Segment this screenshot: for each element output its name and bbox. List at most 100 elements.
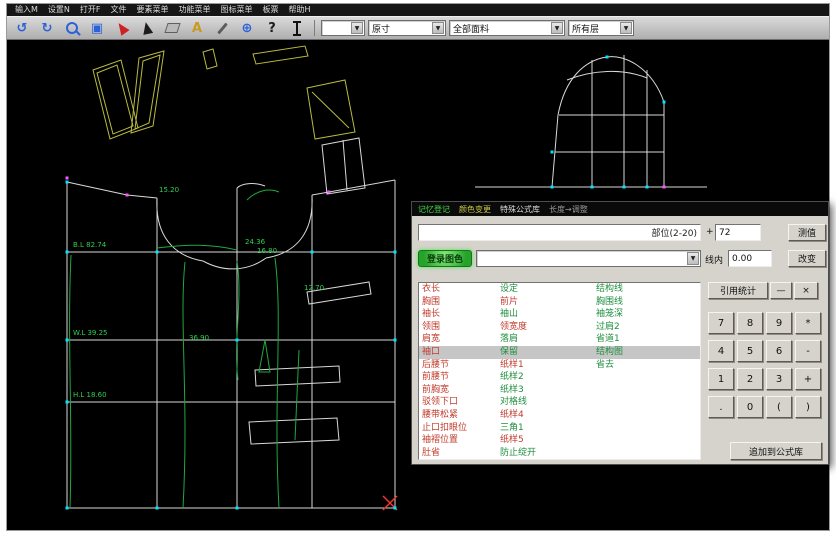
- measure-button[interactable]: 测值: [788, 224, 826, 241]
- list-item[interactable]: 前胸宽纸样3: [419, 384, 700, 397]
- list-item[interactable]: 止口扣眼位三角1: [419, 422, 700, 435]
- list-item[interactable]: 后腰节纸样1省去: [419, 359, 700, 372]
- list-item[interactable]: 袖褶位置纸样5: [419, 434, 700, 447]
- pattern-point[interactable]: [646, 186, 649, 189]
- layer-combo[interactable]: 所有层 ▼: [568, 20, 634, 36]
- calc-key[interactable]: *: [795, 312, 821, 334]
- calc-key[interactable]: (: [766, 396, 792, 418]
- list-item[interactable]: 肩宽落肩省道1: [419, 333, 700, 346]
- dialog-tab[interactable]: 特殊公式库: [500, 203, 540, 216]
- zoom-icon[interactable]: [61, 18, 83, 38]
- list-item[interactable]: 肚省防止绽开: [419, 447, 700, 460]
- view-box-icon[interactable]: ▣: [86, 18, 108, 38]
- pattern-point[interactable]: [66, 401, 69, 404]
- calc-key[interactable]: -: [795, 340, 821, 362]
- menu-item[interactable]: 要素菜单: [133, 4, 173, 16]
- pattern-point[interactable]: [551, 151, 554, 154]
- append-to-formula-library-button[interactable]: 追加到公式库: [730, 442, 822, 460]
- pattern-point[interactable]: [663, 186, 666, 189]
- chevron-down-icon[interactable]: ▼: [351, 22, 363, 34]
- calc-key[interactable]: 0: [737, 396, 763, 418]
- calc-key[interactable]: .: [708, 396, 734, 418]
- size-value-input[interactable]: [715, 224, 761, 241]
- pattern-point[interactable]: [66, 251, 69, 254]
- pattern-point[interactable]: [394, 339, 397, 342]
- calc-key[interactable]: +: [795, 368, 821, 390]
- text-a-icon[interactable]: A: [186, 18, 208, 38]
- reference-stats-button[interactable]: 引用统计: [708, 282, 768, 299]
- calc-key[interactable]: 7: [708, 312, 734, 334]
- calc-key[interactable]: 6: [766, 340, 792, 362]
- chevron-down-icon[interactable]: ▼: [620, 22, 632, 34]
- calc-key[interactable]: 8: [737, 312, 763, 334]
- pattern-point[interactable]: [623, 186, 626, 189]
- pattern-point[interactable]: [236, 507, 239, 510]
- measure-list[interactable]: 衣长设定结构线胸围前片胸围线袖长袖山袖笼深领围领宽度过肩2肩宽落肩省道1袖口保留…: [418, 282, 701, 460]
- calc-key[interactable]: 1: [708, 368, 734, 390]
- menu-item[interactable]: 功能菜单: [175, 4, 215, 16]
- formula-input[interactable]: 部位(2-20): [418, 224, 701, 241]
- pattern-point[interactable]: [591, 186, 594, 189]
- select-arrow-icon[interactable]: [136, 18, 158, 38]
- pattern-point[interactable]: [663, 101, 666, 104]
- menu-item[interactable]: 文件: [107, 4, 131, 16]
- pattern-point[interactable]: [66, 507, 69, 510]
- pattern-point[interactable]: [328, 191, 331, 194]
- pattern-point[interactable]: [66, 181, 69, 184]
- pattern-point[interactable]: [66, 177, 69, 180]
- list-item[interactable]: 前腰节纸样2: [419, 371, 700, 384]
- pattern-point[interactable]: [551, 186, 554, 189]
- pattern-point[interactable]: [126, 194, 129, 197]
- redo-icon[interactable]: ↻: [36, 18, 58, 38]
- pattern-point[interactable]: [156, 251, 159, 254]
- list-item[interactable]: 胸围前片胸围线: [419, 296, 700, 309]
- pattern-point[interactable]: [66, 339, 69, 342]
- list-item[interactable]: 袖长袖山袖笼深: [419, 308, 700, 321]
- list-item[interactable]: 腰带松紧纸样4: [419, 409, 700, 422]
- calc-key[interactable]: 9: [766, 312, 792, 334]
- calc-key[interactable]: 5: [737, 340, 763, 362]
- select-arrow-red-icon[interactable]: [111, 18, 133, 38]
- pattern-point[interactable]: [311, 251, 314, 254]
- list-item[interactable]: 领围领宽度过肩2: [419, 321, 700, 334]
- line-style-combo[interactable]: ▼: [321, 20, 365, 36]
- chevron-down-icon[interactable]: ▼: [551, 22, 563, 34]
- pattern-point[interactable]: [236, 339, 239, 342]
- pen-icon[interactable]: [211, 18, 233, 38]
- menu-item[interactable]: 输入M: [11, 4, 42, 16]
- dialog-tab[interactable]: 颜色变更: [459, 203, 491, 216]
- zoom-combo[interactable]: 原寸 ▼: [368, 20, 446, 36]
- calc-key[interactable]: 2: [737, 368, 763, 390]
- register-color-button[interactable]: 登录图色: [418, 250, 472, 267]
- calc-key[interactable]: ): [795, 396, 821, 418]
- list-item[interactable]: 驳领下口对格线: [419, 396, 700, 409]
- fabric-combo[interactable]: 全部面料 ▼: [449, 20, 565, 36]
- change-button[interactable]: 改变: [788, 250, 826, 267]
- minus-operator-button[interactable]: —: [770, 282, 792, 299]
- list-item[interactable]: 袖口保留结构图: [419, 346, 700, 359]
- menu-item[interactable]: 设置N: [44, 4, 74, 16]
- calc-key[interactable]: 4: [708, 340, 734, 362]
- sleeve-and-aux-pieces[interactable]: [93, 46, 355, 139]
- menu-item[interactable]: 板票: [259, 4, 283, 16]
- line-value-input[interactable]: [728, 250, 772, 267]
- eraser-icon[interactable]: [161, 18, 183, 38]
- menu-item[interactable]: 打开F: [76, 4, 105, 16]
- pattern-point[interactable]: [606, 56, 609, 59]
- pattern-point[interactable]: [394, 507, 397, 510]
- menu-item[interactable]: 图标菜单: [217, 4, 257, 16]
- ibeam-icon[interactable]: [286, 18, 308, 38]
- dialog-titlebar[interactable]: 记忆登记颜色变更特殊公式库长度→调整: [412, 202, 828, 216]
- calc-key[interactable]: 3: [766, 368, 792, 390]
- part-combo[interactable]: ▼: [476, 250, 701, 267]
- pattern-point[interactable]: [394, 251, 397, 254]
- list-item[interactable]: 衣长设定结构线: [419, 283, 700, 296]
- dialog-tab[interactable]: 长度→调整: [549, 203, 588, 216]
- undo-icon[interactable]: ↺: [11, 18, 33, 38]
- multiply-operator-button[interactable]: ×: [794, 282, 818, 299]
- help-icon[interactable]: ?: [261, 18, 283, 38]
- chevron-down-icon[interactable]: ▼: [432, 22, 444, 34]
- chevron-down-icon[interactable]: ▼: [687, 252, 699, 265]
- pattern-point[interactable]: [156, 507, 159, 510]
- pan-icon[interactable]: ⊕: [236, 18, 258, 38]
